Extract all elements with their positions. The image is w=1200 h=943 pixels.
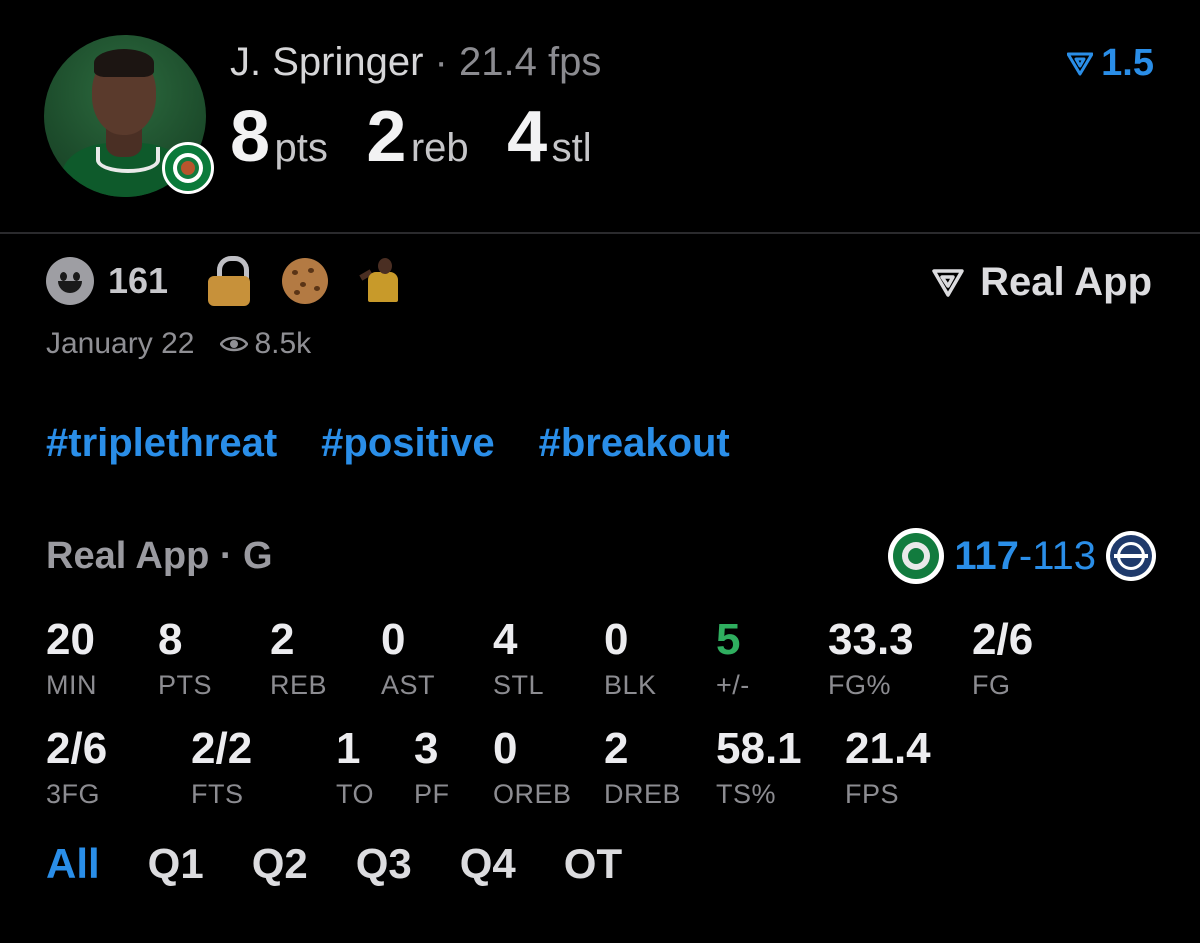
cookie-icon[interactable] (282, 258, 329, 304)
views: 8.5k (220, 327, 311, 361)
tab-all[interactable]: All (46, 840, 100, 888)
stat-ast: 0 AST (381, 615, 436, 701)
opponent-score: 113 (1032, 533, 1096, 578)
player-reaction-icon[interactable] (358, 256, 410, 306)
stat-reb: 2 REB (270, 615, 328, 701)
stl-label: stl (551, 126, 592, 170)
stat-dreb: 2 DREB (604, 724, 682, 810)
tab-q3[interactable]: Q3 (356, 840, 412, 888)
score-dash: - (1018, 533, 1033, 578)
hashtag[interactable]: #positive (321, 421, 494, 466)
brand-label: Real App (980, 260, 1152, 304)
team-logo-icon (162, 142, 214, 194)
rating-value: 1.5 (1101, 42, 1154, 84)
reb-value: 2 (366, 97, 407, 177)
jersey-collar (96, 147, 160, 173)
pts-value: 8 (230, 97, 271, 177)
reaction-count[interactable]: 161 (108, 260, 168, 302)
stat-fps: 21.4 FPS (845, 724, 931, 810)
reb-label: reb (410, 126, 469, 170)
reaction-row: 161 (46, 256, 410, 306)
period-tabs: All Q1 Q2 Q3 Q4 OT (46, 840, 622, 888)
stat-plus-minus: 5 +/- (716, 615, 750, 701)
team-score: 117 (954, 533, 1019, 578)
view-count: 8.5k (254, 327, 312, 360)
post-meta: January 22 8.5k (46, 327, 311, 361)
rating-badge[interactable]: 1.5 (1067, 42, 1154, 85)
eye-icon (220, 336, 249, 352)
stat-pts: 8 PTS (158, 615, 213, 701)
hashtag[interactable]: #triplethreat (46, 421, 277, 466)
hair (94, 49, 154, 77)
stat-stl: 4 STL (493, 615, 545, 701)
tab-q1[interactable]: Q1 (148, 840, 204, 888)
separator: · (434, 40, 448, 84)
game-title: Real App · G (46, 535, 273, 577)
stat-min: 20 MIN (46, 615, 97, 701)
tab-q2[interactable]: Q2 (252, 840, 308, 888)
stat-pf: 3 PF (414, 724, 450, 810)
post-date: January 22 (46, 327, 195, 360)
celtics-logo-icon (888, 528, 945, 584)
game-score[interactable]: 117-113 (888, 528, 1156, 584)
stat-oreb: 0 OREB (493, 724, 572, 810)
stat-to: 1 TO (336, 724, 375, 810)
stat-3fg: 2/6 3FG (46, 724, 108, 810)
player-fps: 21.4 fps (459, 40, 602, 84)
real-logo-icon (1067, 52, 1094, 75)
lock-icon[interactable] (208, 256, 252, 306)
stat-blk: 0 BLK (604, 615, 657, 701)
player-header[interactable]: J. Springer · 21.4 fps (230, 40, 601, 85)
opponent-logo-icon (1106, 531, 1156, 581)
stat-ts-pct: 58.1 TS% (716, 724, 802, 810)
headline-stats: 8 pts 2 reb 4 stl (230, 96, 626, 178)
player-name[interactable]: J. Springer (230, 40, 423, 84)
real-logo-icon (932, 268, 964, 297)
divider (0, 232, 1200, 234)
stat-fg: 2/6 FG (972, 615, 1034, 701)
stat-fg-pct: 33.3 FG% (828, 615, 914, 701)
hashtag-list: #triplethreat #positive #breakout (46, 421, 730, 466)
hashtag[interactable]: #breakout (539, 421, 730, 466)
brand-link[interactable]: Real App (932, 260, 1152, 305)
pts-label: pts (274, 126, 328, 170)
stl-value: 4 (507, 97, 548, 177)
tab-ot[interactable]: OT (564, 840, 622, 888)
stat-fts: 2/2 FTS (191, 724, 253, 810)
tab-q4[interactable]: Q4 (460, 840, 516, 888)
smiley-icon[interactable] (46, 257, 94, 305)
